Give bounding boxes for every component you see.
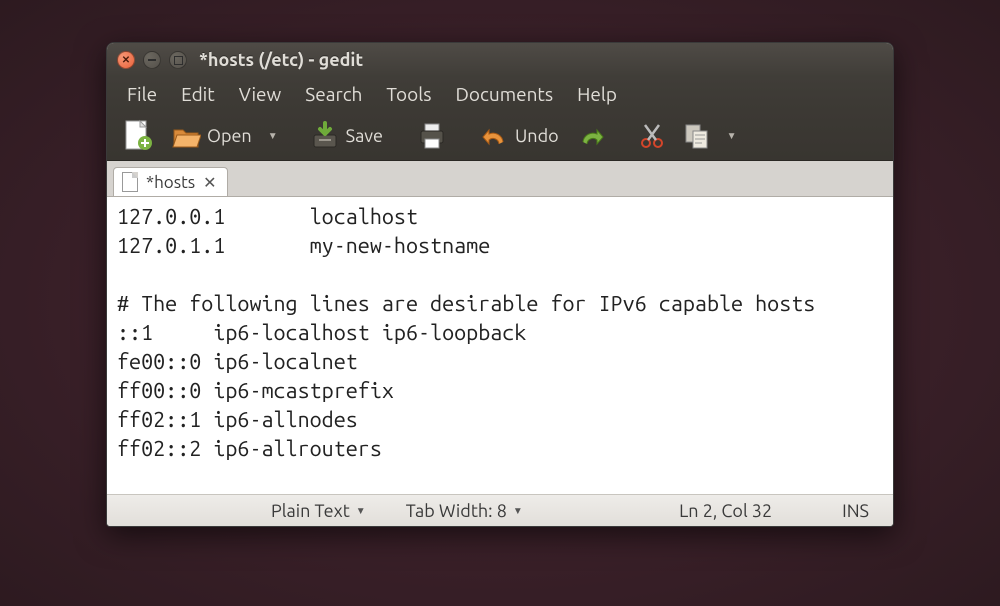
tab-label: *hosts — [146, 173, 195, 192]
window-maximize-button[interactable] — [169, 51, 187, 69]
syntax-selector[interactable]: Plain Text ▼ — [261, 501, 376, 521]
toolbar: Open ▼ Save Undo — [107, 111, 893, 161]
window-close-button[interactable] — [117, 51, 135, 69]
menu-documents[interactable]: Documents — [443, 79, 565, 109]
menu-file[interactable]: File — [115, 79, 169, 109]
tab-close-button[interactable]: ✕ — [203, 173, 216, 192]
save-icon — [310, 121, 340, 151]
tab-bar: *hosts ✕ — [107, 161, 893, 197]
save-label: Save — [346, 126, 383, 146]
status-bar: Plain Text ▼ Tab Width: 8 ▼ Ln 2, Col 32… — [107, 494, 893, 526]
print-button[interactable] — [409, 117, 455, 155]
editor-content[interactable]: 127.0.0.1 localhost 127.0.1.1 my-new-hos… — [117, 203, 883, 464]
toolbar-overflow[interactable]: ▼ — [721, 130, 743, 142]
file-icon — [122, 172, 138, 192]
menu-view[interactable]: View — [227, 79, 294, 109]
new-file-icon — [123, 119, 153, 153]
printer-icon — [417, 121, 447, 151]
folder-open-icon — [171, 121, 201, 151]
dropdown-icon: ▼ — [513, 505, 523, 517]
titlebar[interactable]: *hosts (/etc) - gedit — [107, 43, 893, 77]
open-label: Open — [207, 126, 252, 146]
window-minimize-button[interactable] — [143, 51, 161, 69]
cursor-position: Ln 2, Col 32 — [669, 501, 782, 521]
copy-icon — [683, 122, 711, 150]
menu-edit[interactable]: Edit — [169, 79, 227, 109]
redo-button[interactable] — [569, 120, 613, 152]
cut-button[interactable] — [631, 118, 673, 154]
undo-label: Undo — [515, 126, 559, 146]
dropdown-icon: ▼ — [356, 505, 366, 517]
new-file-button[interactable] — [115, 115, 161, 157]
copy-button[interactable] — [675, 118, 719, 154]
menu-help[interactable]: Help — [565, 79, 629, 109]
open-dropdown[interactable]: ▼ — [262, 130, 284, 142]
undo-icon — [481, 124, 509, 148]
window-title: *hosts (/etc) - gedit — [199, 50, 363, 70]
menu-search[interactable]: Search — [293, 79, 374, 109]
document-tab[interactable]: *hosts ✕ — [113, 167, 228, 196]
menubar: File Edit View Search Tools Documents He… — [107, 77, 893, 111]
text-editor[interactable]: 127.0.0.1 localhost 127.0.1.1 my-new-hos… — [107, 197, 893, 494]
gedit-window: *hosts (/etc) - gedit File Edit View Sea… — [106, 42, 894, 527]
tab-width-selector[interactable]: Tab Width: 8 ▼ — [396, 501, 533, 521]
redo-icon — [577, 124, 605, 148]
save-button[interactable]: Save — [302, 117, 391, 155]
insert-mode[interactable]: INS — [832, 501, 879, 521]
menu-tools[interactable]: Tools — [374, 79, 443, 109]
open-button[interactable]: Open — [163, 117, 260, 155]
scissors-icon — [639, 122, 665, 150]
undo-button[interactable]: Undo — [473, 120, 567, 152]
